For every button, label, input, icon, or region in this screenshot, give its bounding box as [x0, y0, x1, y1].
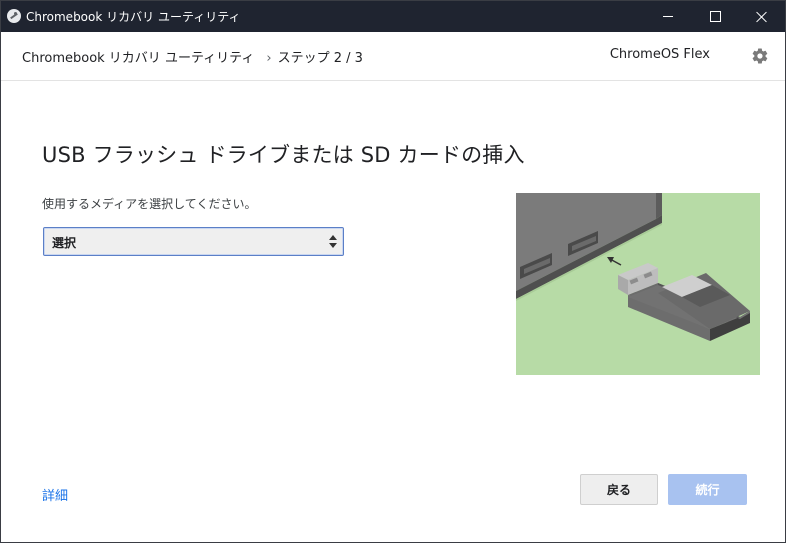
minimize-button[interactable]	[645, 1, 691, 32]
maximize-icon	[709, 11, 721, 22]
page-title: USB フラッシュ ドライブまたは SD カードの挿入	[42, 143, 525, 168]
app-window: Chromebook リカバリ ユーティリティ Chromebook リカバリ …	[0, 0, 786, 543]
back-button[interactable]: 戻る	[580, 474, 658, 505]
close-icon	[756, 11, 768, 23]
breadcrumb-separator: ›	[266, 51, 272, 66]
media-select-value: 選択	[52, 236, 77, 250]
select-arrows-icon	[329, 235, 337, 248]
breadcrumb-app: Chromebook リカバリ ユーティリティ	[22, 51, 255, 66]
window-title: Chromebook リカバリ ユーティリティ	[26, 10, 241, 24]
product-name: ChromeOS Flex	[609, 47, 710, 62]
title-bar[interactable]: Chromebook リカバリ ユーティリティ	[1, 1, 785, 32]
gear-icon[interactable]	[751, 47, 769, 65]
recovery-app-icon	[7, 9, 21, 23]
media-instruction: 使用するメディアを選択してください。	[42, 197, 257, 211]
breadcrumb-step: ステップ 2 / 3	[277, 51, 363, 66]
breadcrumb: Chromebook リカバリ ユーティリティ › ステップ 2 / 3	[22, 47, 363, 66]
maximize-button[interactable]	[692, 1, 738, 32]
minimize-icon	[663, 16, 673, 17]
usb-drive-insertion-illustration	[516, 193, 760, 375]
media-select[interactable]: 選択	[43, 227, 344, 256]
close-button[interactable]	[739, 1, 785, 32]
continue-button[interactable]: 続行	[668, 474, 747, 505]
app-header: Chromebook リカバリ ユーティリティ › ステップ 2 / 3 Chrom…	[1, 32, 785, 81]
details-link[interactable]: 詳細	[42, 485, 68, 504]
